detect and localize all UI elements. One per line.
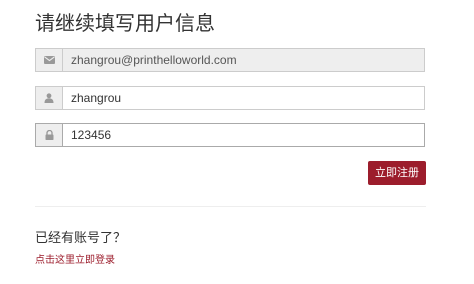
lock-icon <box>36 124 63 146</box>
email-field-group <box>35 48 425 72</box>
page-title: 请继续填写用户信息 <box>35 13 215 35</box>
login-link[interactable]: 点击这里立即登录 <box>35 254 115 268</box>
username-input[interactable] <box>63 87 424 109</box>
have-account-text: 已经有账号了？ <box>35 230 127 245</box>
password-field-group <box>35 123 425 147</box>
password-input[interactable] <box>63 124 424 146</box>
username-field-group <box>35 86 425 110</box>
envelope-icon <box>36 49 63 71</box>
email-input[interactable] <box>63 49 424 71</box>
divider <box>35 206 426 207</box>
register-button[interactable]: 立即注册 <box>368 161 426 185</box>
register-page: 请继续填写用户信息 立即注册 已经有账号了？ 点击 <box>0 0 474 284</box>
user-icon <box>36 87 63 109</box>
